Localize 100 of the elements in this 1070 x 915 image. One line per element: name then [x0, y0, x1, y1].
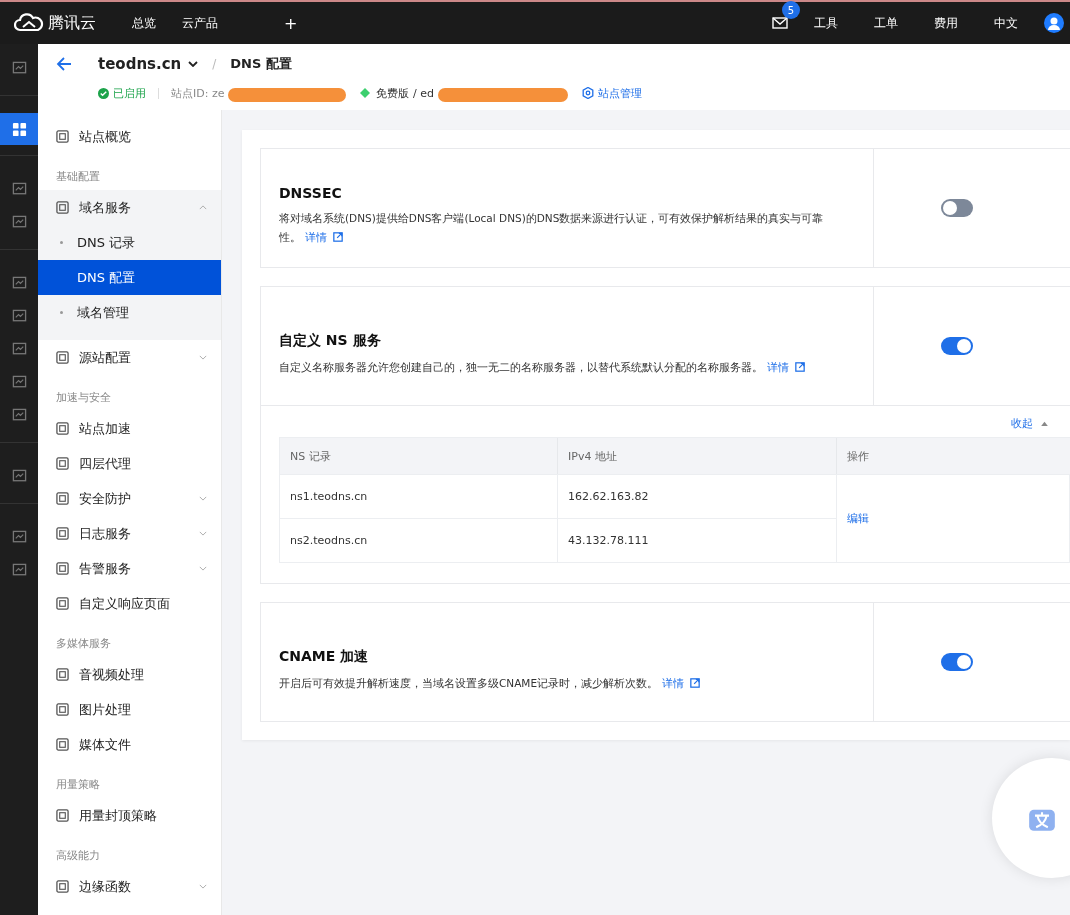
setting-description: 自定义名称服务器允许您创建自己的，独一无二的名称服务器，以替代系统默认分配的名称服务器。 详情 — [279, 357, 843, 377]
external-link-icon[interactable] — [333, 232, 343, 242]
sidebar-heading: 加速与安全 — [55, 390, 112, 405]
square-icon — [56, 668, 69, 681]
setting-title: 自定义 NS 服务 — [279, 331, 382, 350]
sidebar-item[interactable]: 域名服务 — [38, 190, 221, 225]
site-name[interactable]: teodns.cn — [98, 55, 182, 73]
table-cell: ns2.teodns.cn — [280, 518, 558, 562]
avatar-icon[interactable] — [1044, 13, 1064, 33]
status-text: 已启用 — [113, 85, 146, 101]
sidebar-item[interactable]: 用量封顶策略 — [38, 798, 221, 833]
sidebar-item[interactable]: 自定义响应页面 — [38, 586, 221, 621]
rail-button[interactable] — [0, 113, 38, 145]
bullet-icon — [60, 311, 63, 314]
square-icon — [56, 422, 69, 435]
triangle-icon[interactable] — [1041, 421, 1048, 426]
setting-description: 开启后可有效提升解析速度，当域名设置多级CNAME记录时，减少解析次数。 详情 — [279, 673, 843, 693]
monitor-icon — [11, 182, 27, 197]
site-id-label: 站点ID: ze — [171, 85, 225, 101]
chevron-down-icon[interactable] — [199, 355, 207, 360]
square-icon — [56, 809, 69, 822]
sidebar-item[interactable]: 音视频处理 — [38, 657, 221, 692]
monitor-icon — [11, 276, 27, 291]
sidebar-item[interactable]: 源站配置 — [38, 340, 221, 375]
monitor-icon — [11, 469, 27, 484]
plan-label: 免费版 / ed — [376, 85, 434, 101]
setting-description: 将对域名系统(DNS)提供给DNS客户端(Local DNS)的DNS数据来源进行认证，可有效保护解析结果的真实与可靠性。 详情 — [279, 211, 825, 245]
bullet-icon — [60, 241, 63, 244]
table-cell: 43.132.78.111 — [558, 518, 837, 562]
grid-icon — [11, 121, 27, 137]
top-link[interactable]: 费用 — [934, 14, 958, 32]
table-cell: ns1.teodns.cn — [280, 474, 558, 518]
chevron-down-icon[interactable] — [199, 531, 207, 536]
sidebar-item[interactable]: 站点概览 — [38, 119, 221, 154]
sidebar-item[interactable]: 日志服务 — [38, 516, 221, 551]
sidebar-subitem[interactable]: 域名管理 — [38, 295, 221, 330]
chevron-down-icon[interactable] — [199, 566, 207, 571]
square-icon — [56, 457, 69, 470]
sidebar-heading: 基础配置 — [55, 169, 101, 184]
top-link[interactable]: 工单 — [874, 14, 898, 32]
check-circle-icon — [98, 87, 109, 99]
square-icon — [56, 201, 69, 214]
details-link[interactable]: 详情 — [305, 231, 327, 243]
sidebar-item[interactable]: 安全防护 — [38, 481, 221, 516]
cloud-logo-icon[interactable] — [14, 13, 44, 33]
sidebar-heading: 多媒体服务 — [55, 636, 112, 651]
square-icon — [56, 597, 69, 610]
column-header: NS 记录 — [280, 438, 558, 474]
square-icon — [56, 130, 69, 143]
diamond-icon — [360, 88, 371, 98]
brand-name[interactable]: 腾讯云 — [48, 12, 96, 34]
details-link[interactable]: 详情 — [662, 676, 685, 689]
toggle-switch[interactable] — [941, 337, 973, 355]
sidebar-item[interactable]: 边缘函数 — [38, 869, 221, 904]
column-header: 操作 — [837, 438, 1070, 474]
external-link-icon[interactable] — [690, 677, 701, 688]
square-icon — [56, 703, 69, 716]
sidebar-heading: 高级能力 — [55, 848, 101, 863]
square-icon — [56, 880, 69, 893]
back-arrow-icon[interactable] — [56, 56, 72, 72]
details-link[interactable]: 详情 — [767, 360, 789, 373]
collapse-link[interactable]: 收起 — [1011, 416, 1033, 431]
nav-link[interactable]: 云产品 — [182, 14, 218, 32]
site-manage-link[interactable]: 站点管理 — [597, 85, 642, 101]
sidebar-item[interactable]: 四层代理 — [38, 446, 221, 481]
chevron-down-icon[interactable] — [199, 496, 207, 501]
notification-badge: 5 — [782, 1, 800, 19]
table-cell: 162.62.163.82 — [558, 474, 837, 518]
edit-link[interactable]: 编辑 — [847, 511, 869, 526]
square-icon — [56, 738, 69, 751]
chevron-down-icon[interactable] — [199, 884, 207, 889]
top-link[interactable]: 中文 — [994, 14, 1018, 32]
monitor-icon — [11, 530, 27, 545]
setting-title: CNAME 加速 — [279, 647, 370, 666]
mail-icon[interactable] — [772, 17, 788, 29]
settings-icon[interactable] — [581, 87, 594, 99]
sidebar-subitem[interactable]: DNS 记录 — [38, 225, 221, 260]
sidebar-subitem[interactable]: DNS 配置 — [38, 260, 221, 295]
toggle-switch[interactable] — [941, 199, 973, 217]
setting-title: DNSSEC — [279, 185, 343, 202]
square-icon — [56, 351, 69, 364]
column-header: IPv4 地址 — [558, 438, 837, 474]
external-link-icon[interactable] — [795, 361, 805, 372]
monitor-icon — [11, 408, 27, 423]
sidebar-item[interactable]: 告警服务 — [38, 551, 221, 586]
monitor-icon — [11, 375, 27, 390]
sidebar-item[interactable]: 媒体文件 — [38, 727, 221, 762]
sidebar-item[interactable]: 图片处理 — [38, 692, 221, 727]
monitor-icon — [11, 215, 27, 230]
breadcrumb-separator: / — [212, 57, 217, 71]
top-link[interactable]: 工具 — [814, 14, 838, 32]
square-icon — [56, 492, 69, 505]
nav-link[interactable]: + — [284, 13, 298, 33]
monitor-icon — [11, 309, 27, 324]
nav-link[interactable]: 总览 — [132, 14, 156, 32]
toggle-switch[interactable] — [941, 653, 973, 671]
caret-icon[interactable] — [188, 61, 199, 67]
monitor-icon — [11, 61, 27, 76]
sidebar-item[interactable]: 站点加速 — [38, 411, 221, 446]
sidebar-heading: 用量策略 — [55, 777, 101, 792]
